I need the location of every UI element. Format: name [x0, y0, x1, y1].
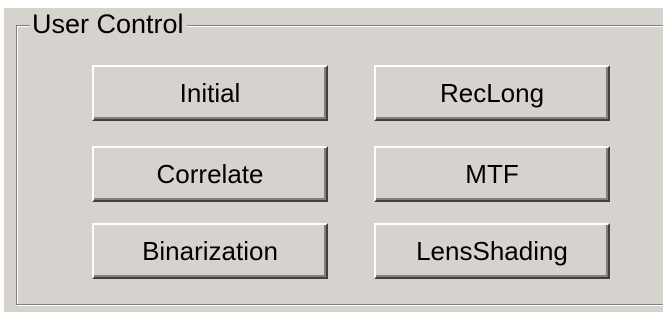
page-margin-bottom — [0, 312, 663, 318]
page-margin-top — [0, 0, 663, 8]
initial-button-label: Initial — [179, 77, 241, 108]
binarization-button[interactable]: Binarization — [92, 223, 328, 279]
groupbox-title: User Control — [30, 8, 187, 40]
binarization-button-label: Binarization — [142, 235, 278, 266]
reclong-button-label: RecLong — [439, 77, 545, 108]
lensshading-button-label: LensShading — [416, 235, 568, 266]
page-margin-left — [0, 0, 4, 318]
mtf-button-label: MTF — [465, 158, 519, 189]
correlate-button-label: Correlate — [156, 158, 264, 189]
correlate-button[interactable]: Correlate — [92, 146, 328, 202]
lensshading-button[interactable]: LensShading — [374, 223, 610, 279]
mtf-button[interactable]: MTF — [374, 146, 610, 202]
initial-button[interactable]: Initial — [92, 65, 328, 121]
reclong-button[interactable]: RecLong — [374, 65, 610, 121]
